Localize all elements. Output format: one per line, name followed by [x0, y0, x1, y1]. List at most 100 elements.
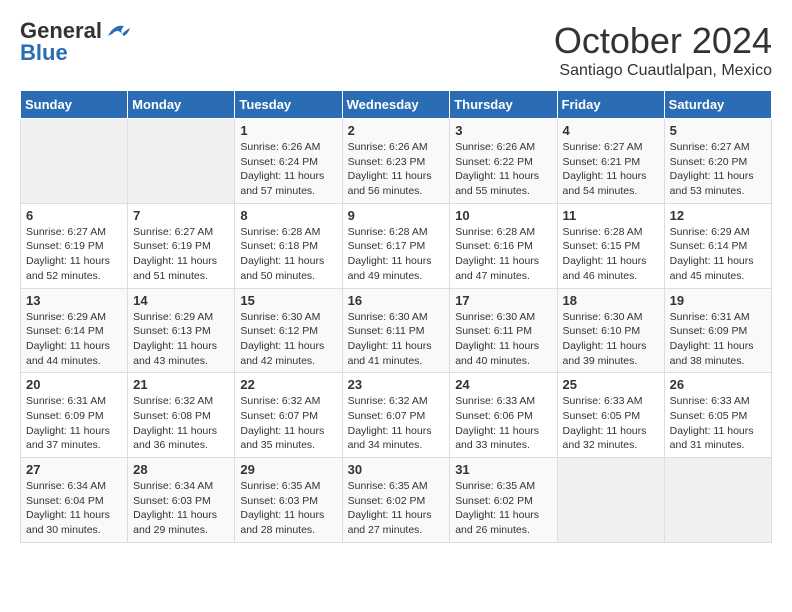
- day-info: Sunrise: 6:34 AM Sunset: 6:03 PM Dayligh…: [133, 479, 229, 538]
- location-title: Santiago Cuautlalpan, Mexico: [554, 62, 772, 80]
- day-number: 17: [455, 293, 551, 308]
- calendar-week-2: 6Sunrise: 6:27 AM Sunset: 6:19 PM Daylig…: [21, 203, 772, 288]
- day-number: 15: [240, 293, 336, 308]
- calendar-day: 16 Sunrise: 6:30 AM Sunset: 6:11 PM Dayli…: [342, 288, 450, 373]
- day-number: 24: [455, 377, 551, 392]
- calendar-day: 5 Sunrise: 6:27 AM Sunset: 6:20 PM Daylig…: [664, 119, 771, 204]
- day-number: 14: [133, 293, 229, 308]
- calendar-day: 19Sunrise: 6:31 AM Sunset: 6:09 PM Dayli…: [664, 288, 771, 373]
- day-info: Sunrise: 6:28 AM Sunset: 6:18 PM Dayligh…: [240, 225, 336, 284]
- day-number: 11: [563, 208, 659, 223]
- calendar-day: 9 Sunrise: 6:28 AM Sunset: 6:17 PM Daylig…: [342, 203, 450, 288]
- logo: General Blue: [20, 20, 132, 64]
- calendar-day: 26Sunrise: 6:33 AM Sunset: 6:05 PM Dayli…: [664, 373, 771, 458]
- day-info: Sunrise: 6:30 AM Sunset: 6:10 PM Dayligh…: [563, 310, 659, 369]
- calendar-day: 28 Sunrise: 6:34 AM Sunset: 6:03 PM Dayli…: [128, 458, 235, 543]
- calendar-day: 29Sunrise: 6:35 AM Sunset: 6:03 PM Dayli…: [235, 458, 342, 543]
- day-info: Sunrise: 6:32 AM Sunset: 6:07 PM Dayligh…: [240, 394, 336, 453]
- weekday-header-sunday: Sunday: [21, 91, 128, 119]
- day-info: Sunrise: 6:26 AM Sunset: 6:24 PM Dayligh…: [240, 140, 336, 199]
- day-number: 12: [670, 208, 766, 223]
- day-number: 30: [348, 462, 445, 477]
- day-info: Sunrise: 6:35 AM Sunset: 6:02 PM Dayligh…: [348, 479, 445, 538]
- day-info: Sunrise: 6:27 AM Sunset: 6:19 PM Dayligh…: [26, 225, 122, 284]
- day-info: Sunrise: 6:26 AM Sunset: 6:23 PM Dayligh…: [348, 140, 445, 199]
- day-number: 4: [563, 123, 659, 138]
- day-number: 21: [133, 377, 229, 392]
- calendar-day: [557, 458, 664, 543]
- calendar-day: [128, 119, 235, 204]
- day-number: 7: [133, 208, 229, 223]
- day-number: 25: [563, 377, 659, 392]
- day-number: 16: [348, 293, 445, 308]
- day-info: Sunrise: 6:28 AM Sunset: 6:17 PM Dayligh…: [348, 225, 445, 284]
- logo-blue-text: Blue: [20, 42, 132, 64]
- calendar-week-1: 1Sunrise: 6:26 AM Sunset: 6:24 PM Daylig…: [21, 119, 772, 204]
- weekday-header-saturday: Saturday: [664, 91, 771, 119]
- calendar-day: 17 Sunrise: 6:30 AM Sunset: 6:11 PM Dayli…: [450, 288, 557, 373]
- day-info: Sunrise: 6:27 AM Sunset: 6:20 PM Dayligh…: [670, 140, 766, 199]
- day-info: Sunrise: 6:30 AM Sunset: 6:11 PM Dayligh…: [348, 310, 445, 369]
- weekday-header-tuesday: Tuesday: [235, 91, 342, 119]
- day-info: Sunrise: 6:32 AM Sunset: 6:08 PM Dayligh…: [133, 394, 229, 453]
- calendar-day: 18Sunrise: 6:30 AM Sunset: 6:10 PM Dayli…: [557, 288, 664, 373]
- calendar-day: 7Sunrise: 6:27 AM Sunset: 6:19 PM Daylig…: [128, 203, 235, 288]
- calendar-day: 30 Sunrise: 6:35 AM Sunset: 6:02 PM Dayli…: [342, 458, 450, 543]
- day-info: Sunrise: 6:34 AM Sunset: 6:04 PM Dayligh…: [26, 479, 122, 538]
- calendar-day: 27 Sunrise: 6:34 AM Sunset: 6:04 PM Dayli…: [21, 458, 128, 543]
- calendar-day: 11 Sunrise: 6:28 AM Sunset: 6:15 PM Dayli…: [557, 203, 664, 288]
- calendar-header: SundayMondayTuesdayWednesdayThursdayFrid…: [21, 91, 772, 119]
- day-info: Sunrise: 6:33 AM Sunset: 6:06 PM Dayligh…: [455, 394, 551, 453]
- day-info: Sunrise: 6:30 AM Sunset: 6:11 PM Dayligh…: [455, 310, 551, 369]
- day-number: 22: [240, 377, 336, 392]
- page-header: General Blue October 2024 Santiago Cuaut…: [20, 20, 772, 80]
- day-number: 31: [455, 462, 551, 477]
- day-number: 29: [240, 462, 336, 477]
- calendar-day: 15 Sunrise: 6:30 AM Sunset: 6:12 PM Dayli…: [235, 288, 342, 373]
- calendar-body: 1Sunrise: 6:26 AM Sunset: 6:24 PM Daylig…: [21, 119, 772, 543]
- day-info: Sunrise: 6:35 AM Sunset: 6:02 PM Dayligh…: [455, 479, 551, 538]
- month-title: October 2024: [554, 20, 772, 62]
- calendar-day: 23 Sunrise: 6:32 AM Sunset: 6:07 PM Dayli…: [342, 373, 450, 458]
- day-info: Sunrise: 6:29 AM Sunset: 6:13 PM Dayligh…: [133, 310, 229, 369]
- calendar-day: 3 Sunrise: 6:26 AM Sunset: 6:22 PM Daylig…: [450, 119, 557, 204]
- day-info: Sunrise: 6:33 AM Sunset: 6:05 PM Dayligh…: [563, 394, 659, 453]
- logo-bird-icon: [104, 20, 132, 42]
- calendar-day: 14 Sunrise: 6:29 AM Sunset: 6:13 PM Dayli…: [128, 288, 235, 373]
- title-block: October 2024 Santiago Cuautlalpan, Mexic…: [554, 20, 772, 80]
- day-info: Sunrise: 6:30 AM Sunset: 6:12 PM Dayligh…: [240, 310, 336, 369]
- day-number: 8: [240, 208, 336, 223]
- day-info: Sunrise: 6:26 AM Sunset: 6:22 PM Dayligh…: [455, 140, 551, 199]
- calendar-day: 31 Sunrise: 6:35 AM Sunset: 6:02 PM Dayli…: [450, 458, 557, 543]
- day-number: 2: [348, 123, 445, 138]
- calendar-week-5: 27 Sunrise: 6:34 AM Sunset: 6:04 PM Dayli…: [21, 458, 772, 543]
- day-info: Sunrise: 6:27 AM Sunset: 6:21 PM Dayligh…: [563, 140, 659, 199]
- day-number: 28: [133, 462, 229, 477]
- day-number: 9: [348, 208, 445, 223]
- day-number: 23: [348, 377, 445, 392]
- day-number: 3: [455, 123, 551, 138]
- calendar-day: 6Sunrise: 6:27 AM Sunset: 6:19 PM Daylig…: [21, 203, 128, 288]
- day-number: 5: [670, 123, 766, 138]
- calendar-table: SundayMondayTuesdayWednesdayThursdayFrid…: [20, 90, 772, 543]
- day-info: Sunrise: 6:31 AM Sunset: 6:09 PM Dayligh…: [670, 310, 766, 369]
- day-info: Sunrise: 6:28 AM Sunset: 6:15 PM Dayligh…: [563, 225, 659, 284]
- calendar-day: [21, 119, 128, 204]
- calendar-day: 13Sunrise: 6:29 AM Sunset: 6:14 PM Dayli…: [21, 288, 128, 373]
- calendar-day: 12Sunrise: 6:29 AM Sunset: 6:14 PM Dayli…: [664, 203, 771, 288]
- calendar-week-4: 20 Sunrise: 6:31 AM Sunset: 6:09 PM Dayli…: [21, 373, 772, 458]
- day-number: 27: [26, 462, 122, 477]
- logo-general-text: General: [20, 20, 102, 42]
- day-info: Sunrise: 6:32 AM Sunset: 6:07 PM Dayligh…: [348, 394, 445, 453]
- calendar-day: 8 Sunrise: 6:28 AM Sunset: 6:18 PM Daylig…: [235, 203, 342, 288]
- calendar-day: 20 Sunrise: 6:31 AM Sunset: 6:09 PM Dayli…: [21, 373, 128, 458]
- calendar-day: 24 Sunrise: 6:33 AM Sunset: 6:06 PM Dayli…: [450, 373, 557, 458]
- day-number: 20: [26, 377, 122, 392]
- calendar-day: [664, 458, 771, 543]
- weekday-header-thursday: Thursday: [450, 91, 557, 119]
- weekday-header-friday: Friday: [557, 91, 664, 119]
- day-info: Sunrise: 6:31 AM Sunset: 6:09 PM Dayligh…: [26, 394, 122, 453]
- calendar-day: 25 Sunrise: 6:33 AM Sunset: 6:05 PM Dayli…: [557, 373, 664, 458]
- day-info: Sunrise: 6:29 AM Sunset: 6:14 PM Dayligh…: [26, 310, 122, 369]
- calendar-week-3: 13Sunrise: 6:29 AM Sunset: 6:14 PM Dayli…: [21, 288, 772, 373]
